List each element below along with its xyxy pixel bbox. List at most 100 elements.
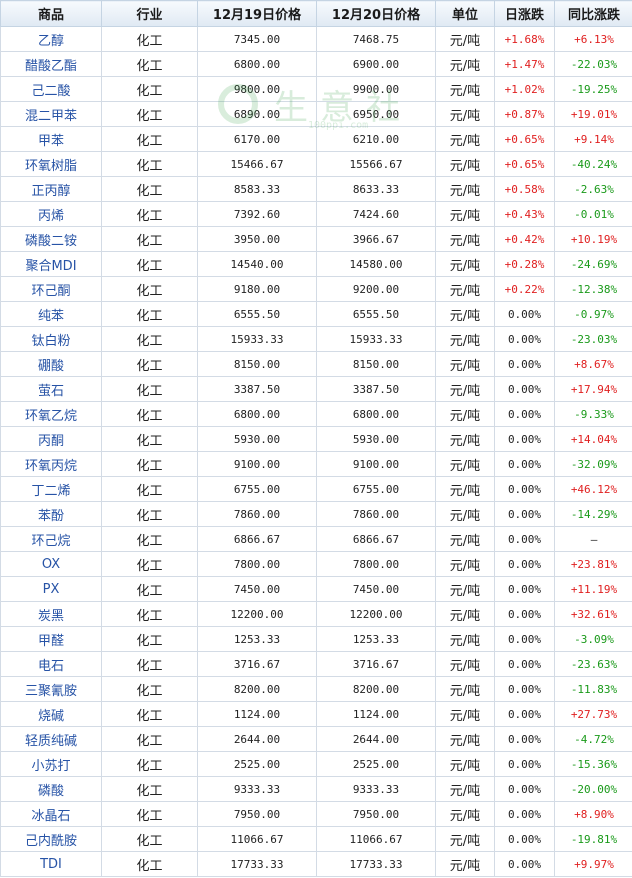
industry-cell: 化工 [101, 401, 198, 427]
price-dec19-cell: 6866.67 [197, 526, 317, 552]
commodity-link[interactable]: 冰晶石 [0, 801, 102, 827]
commodity-link[interactable]: 混二甲苯 [0, 101, 102, 127]
yoy-change-cell: -22.03% [554, 51, 632, 77]
industry-cell: 化工 [101, 776, 198, 802]
commodity-link[interactable]: 苯酚 [0, 501, 102, 527]
commodity-link[interactable]: 磷酸 [0, 776, 102, 802]
unit-cell: 元/吨 [435, 101, 495, 127]
commodity-link[interactable]: 炭黑 [0, 601, 102, 627]
commodity-link[interactable]: 烧碱 [0, 701, 102, 727]
unit-cell: 元/吨 [435, 726, 495, 752]
commodity-link[interactable]: 聚合MDI [0, 251, 102, 277]
table-row: 环氧树脂 化工 15466.67 15566.67 元/吨 +0.65% -40.24% [0, 151, 632, 177]
yoy-change-cell: +17.94% [554, 376, 632, 402]
industry-cell: 化工 [101, 676, 198, 702]
table-row: 环己烷 化工 6866.67 6866.67 元/吨 0.00% — [0, 526, 632, 552]
commodity-link[interactable]: 环氧乙烷 [0, 401, 102, 427]
unit-cell: 元/吨 [435, 476, 495, 502]
yoy-change-cell: -2.63% [554, 176, 632, 202]
yoy-change-cell: -0.01% [554, 201, 632, 227]
header-yoy-change[interactable]: 同比涨跌 [554, 0, 632, 27]
price-dec20-cell: 3716.67 [316, 651, 436, 677]
yoy-change-cell: +10.19% [554, 226, 632, 252]
daily-change-cell: 0.00% [494, 726, 555, 752]
commodity-link[interactable]: 电石 [0, 651, 102, 677]
commodity-link[interactable]: 醋酸乙酯 [0, 51, 102, 77]
yoy-change-cell: +8.90% [554, 801, 632, 827]
unit-cell: 元/吨 [435, 351, 495, 377]
unit-cell: 元/吨 [435, 251, 495, 277]
table-row: 纯苯 化工 6555.50 6555.50 元/吨 0.00% -0.97% [0, 301, 632, 327]
commodity-link[interactable]: 己内酰胺 [0, 826, 102, 852]
table-row: 硼酸 化工 8150.00 8150.00 元/吨 0.00% +8.67% [0, 351, 632, 377]
daily-change-cell: +0.22% [494, 276, 555, 302]
unit-cell: 元/吨 [435, 126, 495, 152]
daily-change-cell: 0.00% [494, 451, 555, 477]
price-dec19-cell: 17733.33 [197, 851, 317, 877]
daily-change-cell: 0.00% [494, 676, 555, 702]
commodity-link[interactable]: PX [0, 576, 102, 602]
commodity-link[interactable]: TDI [0, 851, 102, 877]
header-price-dec19[interactable]: 12月19日价格 [197, 0, 317, 27]
industry-cell: 化工 [101, 626, 198, 652]
daily-change-cell: +0.65% [494, 151, 555, 177]
header-unit[interactable]: 单位 [435, 0, 495, 27]
yoy-change-cell: -14.29% [554, 501, 632, 527]
price-dec19-cell: 3387.50 [197, 376, 317, 402]
price-dec19-cell: 7800.00 [197, 551, 317, 577]
commodity-link[interactable]: 萤石 [0, 376, 102, 402]
price-dec19-cell: 7345.00 [197, 26, 317, 52]
price-dec19-cell: 7450.00 [197, 576, 317, 602]
table-row: 己二酸 化工 9800.00 9900.00 元/吨 +1.02% -19.25% [0, 76, 632, 102]
commodity-link[interactable]: 硼酸 [0, 351, 102, 377]
unit-cell: 元/吨 [435, 751, 495, 777]
daily-change-cell: 0.00% [494, 651, 555, 677]
commodity-link[interactable]: 环氧丙烷 [0, 451, 102, 477]
industry-cell: 化工 [101, 851, 198, 877]
yoy-change-cell: — [554, 526, 632, 552]
price-dec20-cell: 7800.00 [316, 551, 436, 577]
header-industry[interactable]: 行业 [101, 0, 198, 27]
commodity-link[interactable]: OX [0, 551, 102, 577]
commodity-link[interactable]: 丁二烯 [0, 476, 102, 502]
commodity-link[interactable]: 钛白粉 [0, 326, 102, 352]
price-dec20-cell: 7950.00 [316, 801, 436, 827]
commodity-link[interactable]: 小苏打 [0, 751, 102, 777]
table-row: 钛白粉 化工 15933.33 15933.33 元/吨 0.00% -23.03% [0, 326, 632, 352]
commodity-link[interactable]: 轻质纯碱 [0, 726, 102, 752]
price-dec20-cell: 9900.00 [316, 76, 436, 102]
commodity-link[interactable]: 三聚氰胺 [0, 676, 102, 702]
price-dec20-cell: 3387.50 [316, 376, 436, 402]
commodity-link[interactable]: 磷酸二铵 [0, 226, 102, 252]
commodity-link[interactable]: 环氧树脂 [0, 151, 102, 177]
header-daily-change[interactable]: 日涨跌 [494, 0, 555, 27]
price-dec19-cell: 6890.00 [197, 101, 317, 127]
price-dec19-cell: 12200.00 [197, 601, 317, 627]
daily-change-cell: 0.00% [494, 851, 555, 877]
yoy-change-cell: -19.81% [554, 826, 632, 852]
header-commodity[interactable]: 商品 [0, 0, 102, 27]
commodity-link[interactable]: 环己酮 [0, 276, 102, 302]
commodity-link[interactable]: 丙烯 [0, 201, 102, 227]
header-price-dec20[interactable]: 12月20日价格 [316, 0, 436, 27]
commodity-link[interactable]: 环己烷 [0, 526, 102, 552]
price-dec19-cell: 9100.00 [197, 451, 317, 477]
industry-cell: 化工 [101, 51, 198, 77]
commodity-link[interactable]: 甲醛 [0, 626, 102, 652]
industry-cell: 化工 [101, 326, 198, 352]
commodity-link[interactable]: 丙酮 [0, 426, 102, 452]
unit-cell: 元/吨 [435, 826, 495, 852]
commodity-link[interactable]: 甲苯 [0, 126, 102, 152]
commodity-link[interactable]: 正丙醇 [0, 176, 102, 202]
daily-change-cell: 0.00% [494, 376, 555, 402]
commodity-link[interactable]: 纯苯 [0, 301, 102, 327]
price-dec20-cell: 3966.67 [316, 226, 436, 252]
commodity-link[interactable]: 乙醇 [0, 26, 102, 52]
industry-cell: 化工 [101, 151, 198, 177]
price-dec20-cell: 1253.33 [316, 626, 436, 652]
yoy-change-cell: -9.33% [554, 401, 632, 427]
yoy-change-cell: -12.38% [554, 276, 632, 302]
commodity-link[interactable]: 己二酸 [0, 76, 102, 102]
yoy-change-cell: -4.72% [554, 726, 632, 752]
price-dec19-cell: 2644.00 [197, 726, 317, 752]
